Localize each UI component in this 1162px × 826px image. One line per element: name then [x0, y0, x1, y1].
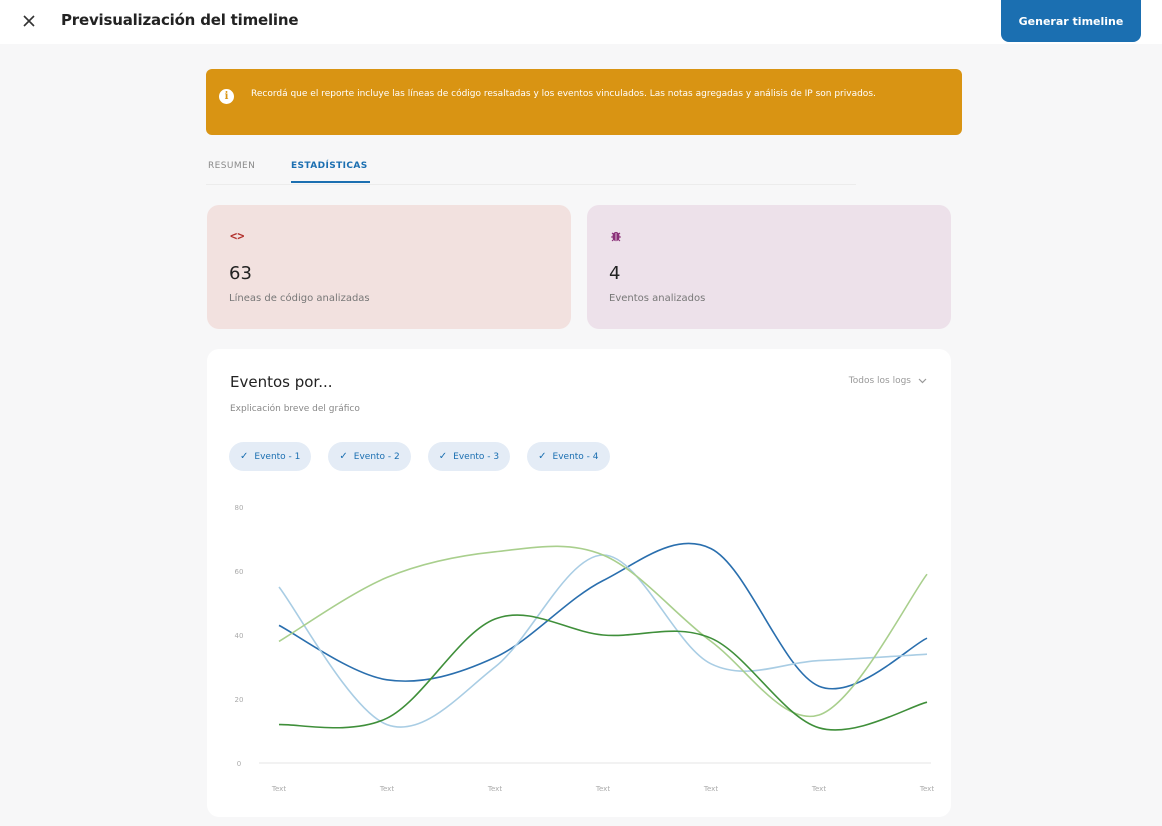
chip-label: Evento - 2: [353, 451, 400, 462]
series-line-1: [278, 542, 928, 690]
x-tick-label: Text: [811, 785, 826, 793]
chart-card: 0 20 40 60 80 Text Text Text Text Text Text Text Ev…: [207, 349, 951, 817]
chip-evento-1[interactable]: ✓ Evento - 1: [229, 442, 312, 471]
bug-icon: [610, 229, 622, 245]
y-tick-label: 40: [235, 632, 244, 640]
stat-card-events: 4 Eventos analizados: [587, 205, 951, 329]
chip-evento-2[interactable]: ✓ Evento - 2: [328, 442, 411, 471]
y-tick-label: 60: [235, 568, 244, 576]
series-filter-chips: ✓ Evento - 1 ✓ Evento - 2 ✓ Evento - 3 ✓…: [229, 442, 610, 471]
line-chart: 0 20 40 60 80 Text Text Text Text Text Text Text: [235, 504, 935, 793]
x-tick-label: Text: [919, 785, 934, 793]
alert-text: Recordá que el reporte incluye las línea…: [251, 89, 876, 99]
chart-subtitle: Explicación breve del gráfico: [230, 404, 360, 414]
generate-timeline-button[interactable]: Generar timeline: [1001, 0, 1141, 42]
x-tick-label: Text: [595, 785, 610, 793]
logs-filter-dropdown[interactable]: Todos los logs: [849, 376, 927, 386]
chart-title: Eventos por...: [230, 373, 333, 391]
chevron-down-icon: [918, 378, 927, 384]
series-line-3: [278, 545, 928, 718]
page-title: Previsualización del timeline: [61, 11, 299, 29]
stat-card-code-lines: <> 63 Líneas de código analizadas: [207, 205, 571, 329]
stat-label: Líneas de código analizadas: [229, 293, 370, 304]
chip-label: Evento - 4: [552, 451, 599, 462]
chip-label: Evento - 3: [453, 451, 500, 462]
check-icon: ✓: [538, 451, 547, 462]
x-tick-label: Text: [271, 785, 286, 793]
top-bar: Previsualización del timeline Generar ti…: [0, 0, 1162, 44]
y-tick-label: 0: [237, 760, 241, 768]
logs-filter-label: Todos los logs: [848, 376, 911, 386]
x-tick-label: Text: [703, 785, 718, 793]
chip-evento-4[interactable]: ✓ Evento - 4: [527, 442, 610, 471]
stat-value: 63: [229, 263, 252, 284]
tab-estadisticas[interactable]: ESTADÍSTICAS: [291, 161, 368, 171]
series-line-4: [278, 614, 928, 731]
check-icon: ✓: [438, 451, 448, 462]
stat-value: 4: [609, 263, 621, 284]
y-tick-label: 20: [235, 696, 244, 704]
close-icon: [23, 15, 35, 27]
stat-label: Eventos analizados: [609, 293, 706, 304]
active-tab-indicator: [291, 181, 370, 183]
info-icon: i: [219, 89, 234, 104]
x-tick-label: Text: [379, 785, 394, 793]
tab-bar: RESUMEN ESTADÍSTICAS: [206, 159, 856, 185]
code-icon: <>: [230, 229, 245, 243]
chip-evento-3[interactable]: ✓ Evento - 3: [427, 442, 511, 471]
tab-resumen[interactable]: RESUMEN: [208, 161, 255, 171]
close-button[interactable]: [16, 8, 42, 34]
check-icon: ✓: [240, 451, 249, 462]
y-tick-label: 80: [235, 504, 244, 512]
chip-label: Evento - 1: [254, 451, 301, 462]
x-tick-label: Text: [487, 785, 502, 793]
info-alert: i Recordá que el reporte incluye las lín…: [206, 69, 962, 135]
check-icon: ✓: [339, 451, 348, 462]
